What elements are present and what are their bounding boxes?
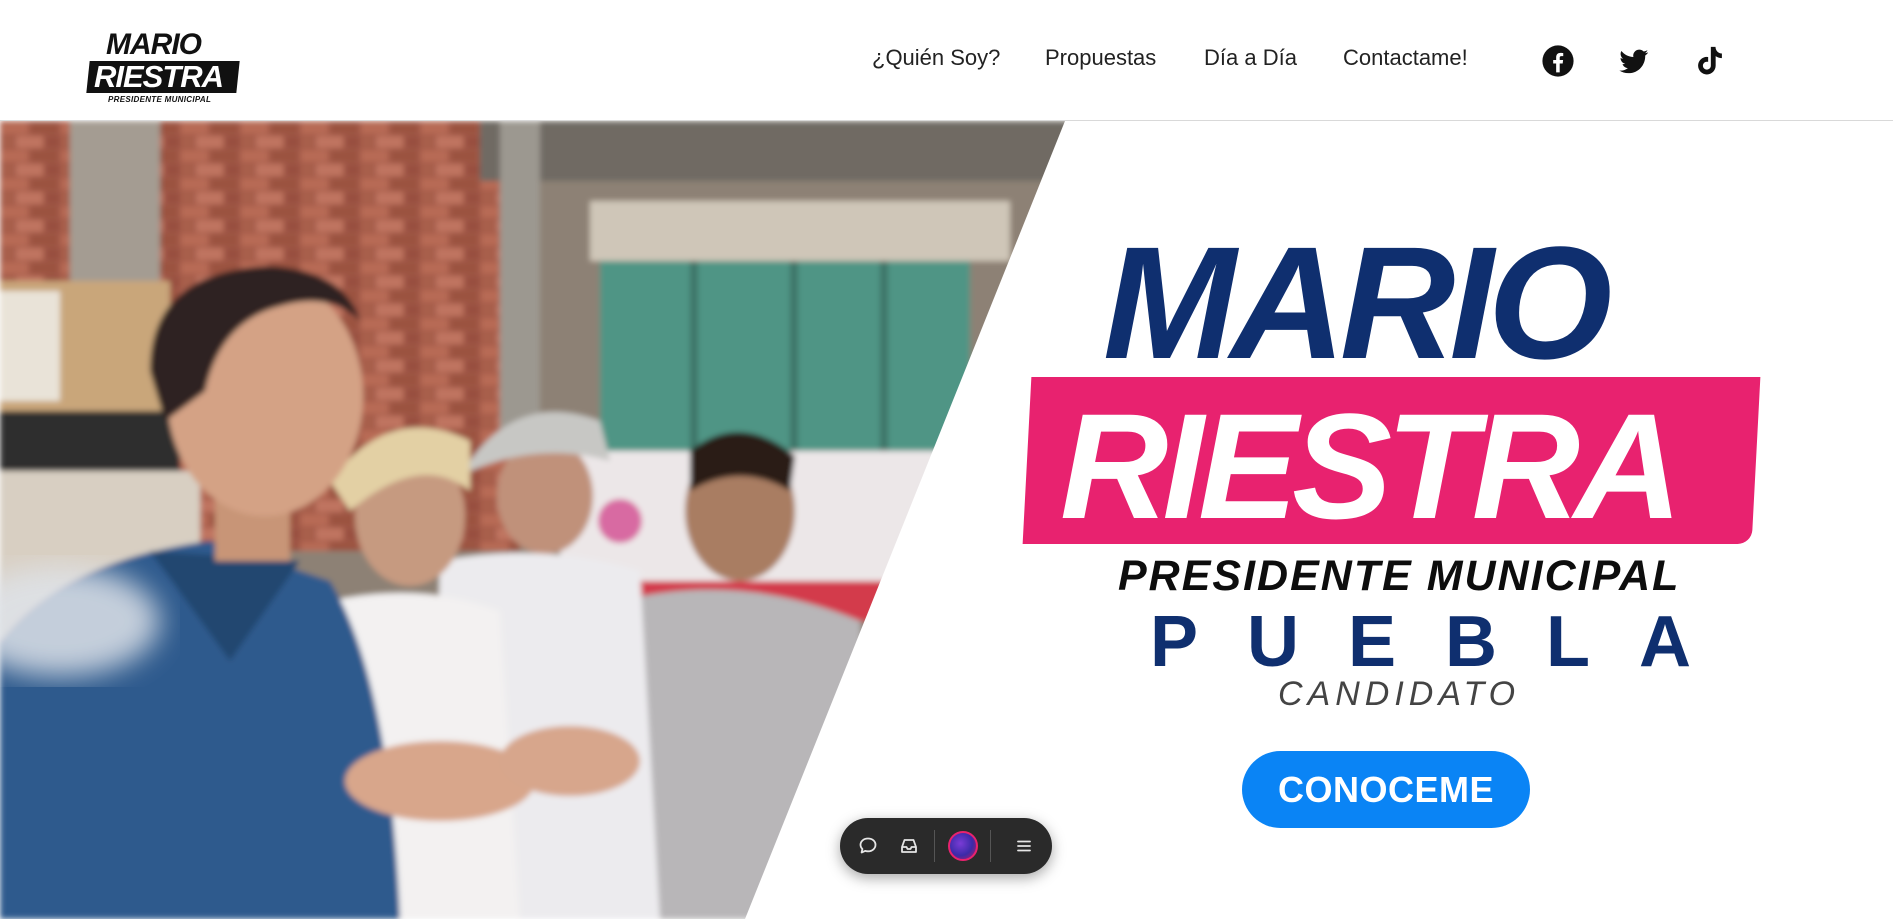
- toolbar-divider: [990, 830, 991, 862]
- hero-role: CANDIDATO: [1278, 675, 1521, 713]
- toolbar-divider: [934, 830, 935, 862]
- avatar[interactable]: [948, 831, 978, 861]
- hero-name-last: RIESTRA: [1060, 382, 1682, 550]
- nav-link-quien-soy[interactable]: ¿Quién Soy?: [872, 44, 1000, 72]
- conoceme-button[interactable]: CONOCEME: [1242, 751, 1530, 828]
- logo-line-3: PRESIDENTE MUNICIPAL: [108, 95, 212, 104]
- chat-bubble-icon[interactable]: [854, 832, 882, 860]
- nav-link-propuestas[interactable]: Propuestas: [1045, 44, 1156, 72]
- nav-link-dia-a-dia[interactable]: Día a Día: [1204, 44, 1297, 72]
- twitter-icon[interactable]: [1617, 44, 1651, 78]
- logo-line-2: RIESTRA: [94, 59, 224, 94]
- site-header: MARIO RIESTRA PRESIDENTE MUNICIPAL ¿Quié…: [0, 0, 1893, 121]
- menu-icon[interactable]: [1010, 832, 1038, 860]
- facebook-icon[interactable]: [1541, 44, 1575, 78]
- inbox-icon[interactable]: [895, 832, 923, 860]
- tiktok-icon[interactable]: [1692, 44, 1726, 78]
- floating-toolbar: [840, 818, 1052, 874]
- site-logo[interactable]: MARIO RIESTRA PRESIDENTE MUNICIPAL: [86, 30, 241, 106]
- logo-line-1: MARIO: [106, 28, 202, 61]
- hero-title: PRESIDENTE MUNICIPAL: [1118, 552, 1681, 600]
- hero-name-first: MARIO: [1103, 213, 1612, 392]
- nav-link-contactame[interactable]: Contactame!: [1343, 44, 1468, 72]
- hero-section: MARIO RIESTRA PRESIDENTE MUNICIPAL PUEBL…: [0, 121, 1893, 919]
- hero-city: PUEBLA: [1150, 602, 1741, 682]
